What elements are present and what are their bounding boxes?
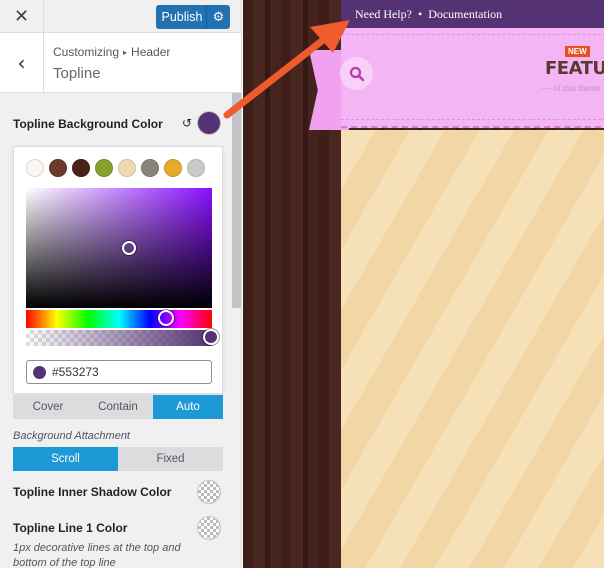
- documentation-link[interactable]: Documentation: [428, 7, 502, 22]
- bg-color-label: Topline Background Color: [13, 117, 163, 131]
- close-icon[interactable]: ✕: [0, 0, 44, 33]
- attachment-label: Background Attachment: [13, 430, 130, 442]
- back-arrow-icon[interactable]: ‹: [0, 33, 44, 93]
- hue-slider[interactable]: [26, 310, 212, 328]
- publish-label: Publish: [161, 10, 203, 24]
- section-title: Topline: [53, 65, 101, 82]
- topline-bar: Need Help? • Documentation: [341, 0, 604, 28]
- color-picker: #553273: [13, 146, 223, 394]
- hue-slider-handle[interactable]: [158, 310, 174, 326]
- customizer-topbar: ✕ Publish ⚙: [0, 0, 241, 33]
- line1-label: Topline Line 1 Color: [13, 521, 128, 535]
- palette-swatch[interactable]: [164, 159, 182, 177]
- line1-description: 1px decorative lines at the top and bott…: [13, 542, 181, 568]
- size-auto-button[interactable]: Auto: [153, 395, 223, 419]
- attachment-fixed-button[interactable]: Fixed: [118, 447, 223, 471]
- palette-swatch[interactable]: [72, 159, 90, 177]
- palette-swatch[interactable]: [49, 159, 67, 177]
- palette-swatch[interactable]: [26, 159, 44, 177]
- inner-shadow-label: Topline Inner Shadow Color: [13, 485, 172, 499]
- attachment-scroll-button[interactable]: Scroll: [13, 447, 118, 471]
- palette-swatch[interactable]: [141, 159, 159, 177]
- breadcrumb: Customizing ▸ Header: [53, 45, 170, 59]
- breadcrumb-child: Header: [131, 45, 171, 59]
- features-subtitle: — of this theme: [542, 83, 601, 93]
- inner-shadow-swatch[interactable]: [198, 481, 220, 503]
- topline-separator: •: [417, 6, 423, 21]
- hex-input[interactable]: #553273: [26, 360, 212, 384]
- size-contain-button[interactable]: Contain: [83, 395, 153, 419]
- palette-swatch[interactable]: [95, 159, 113, 177]
- section-header: ‹ Customizing ▸ Header Topline: [0, 33, 241, 93]
- reset-icon[interactable]: ↺: [182, 116, 192, 130]
- palette-swatch[interactable]: [187, 159, 205, 177]
- alpha-slider-handle[interactable]: [203, 329, 219, 345]
- annotation-arrow-icon: [223, 20, 350, 119]
- hex-value: #553273: [52, 365, 99, 379]
- alpha-slider[interactable]: [26, 330, 212, 346]
- hex-color-preview: [33, 365, 46, 379]
- attachment-buttons: Scroll Fixed: [13, 447, 223, 471]
- breadcrumb-parent: Customizing: [53, 45, 120, 59]
- bg-size-buttons: Cover Contain Auto: [13, 395, 223, 419]
- panel-scrollbar[interactable]: [232, 93, 241, 308]
- customizer-panel: ✕ Publish ⚙ ‹ Customizing ▸ Header Topline…: [0, 0, 242, 568]
- size-cover-button[interactable]: Cover: [13, 395, 83, 419]
- features-logo: FEATURES: [545, 58, 604, 79]
- saturation-cursor[interactable]: [122, 241, 136, 255]
- breadcrumb-separator-icon: ▸: [123, 48, 128, 57]
- color-palette: [26, 159, 205, 177]
- new-badge: NEW: [565, 46, 590, 57]
- content-area: [341, 130, 604, 568]
- saturation-value-area[interactable]: [26, 188, 212, 308]
- palette-swatch[interactable]: [118, 159, 136, 177]
- line1-swatch[interactable]: [198, 517, 220, 539]
